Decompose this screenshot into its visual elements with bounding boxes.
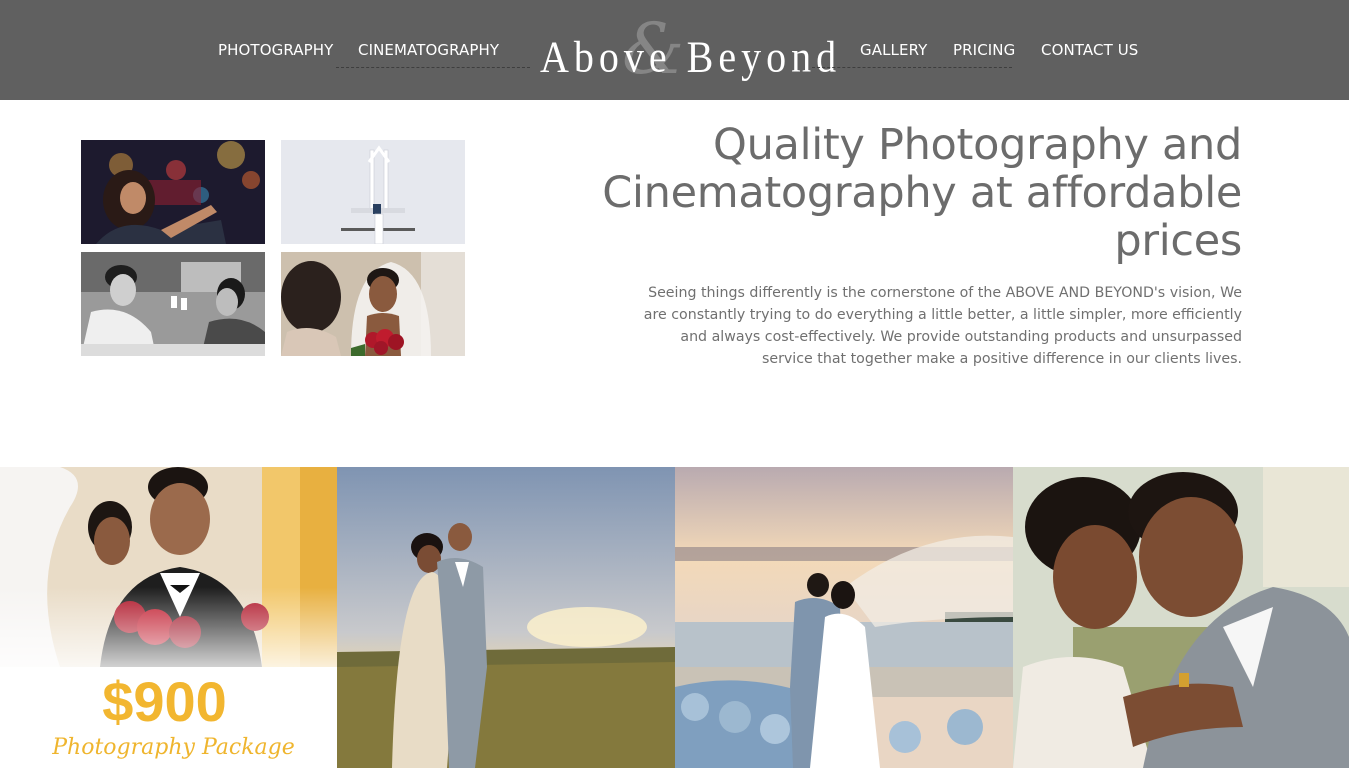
photo-tile-couple-toast[interactable] xyxy=(81,252,265,356)
site-header: PHOTOGRAPHY CINEMATOGRAPHY & Above Beyon… xyxy=(0,0,1349,100)
gallery-photo-couple-closeup[interactable] xyxy=(1013,467,1349,768)
gallery-photo-beach-veil[interactable] xyxy=(675,467,1013,768)
nav-link-photography[interactable]: PHOTOGRAPHY xyxy=(218,41,333,59)
nav-link-gallery[interactable]: GALLERY xyxy=(860,41,927,59)
nav-link-contact-us[interactable]: CONTACT US xyxy=(1041,41,1138,59)
nav-link-pricing[interactable]: PRICING xyxy=(953,41,1015,59)
promo-package-label: Photography Package xyxy=(52,735,295,760)
logo-text: Above Beyond xyxy=(540,31,842,82)
hero-headline: Quality Photography and Cinematography a… xyxy=(602,120,1242,266)
hero-intro: Seeing things differently is the corners… xyxy=(643,285,1242,367)
photo-tile-lighthouse[interactable] xyxy=(281,140,465,244)
promo-price: $900 xyxy=(102,670,227,733)
gallery-photo-sunset-couple[interactable] xyxy=(337,467,675,768)
photo-tile-bride-bouquet[interactable] xyxy=(281,252,465,356)
nav-divider-left xyxy=(336,67,530,68)
promo-package-tile[interactable]: $900 Photography Package xyxy=(0,467,337,768)
nav-divider-right xyxy=(812,67,1012,68)
nav-link-cinematography[interactable]: CINEMATOGRAPHY xyxy=(358,41,499,59)
photo-tile-friends-lights[interactable] xyxy=(81,140,265,244)
site-logo[interactable]: & Above Beyond xyxy=(520,12,840,92)
